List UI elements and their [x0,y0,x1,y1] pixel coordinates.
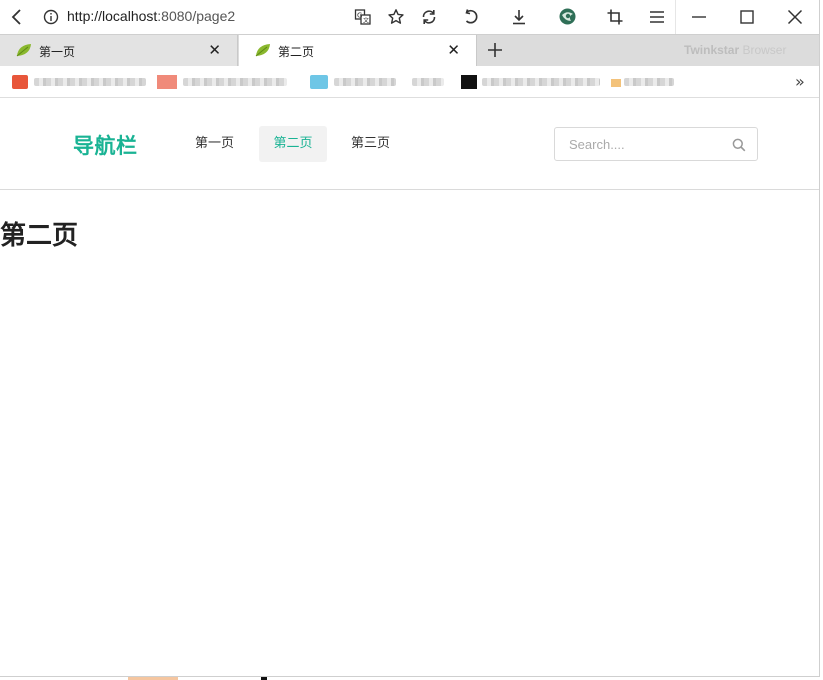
bookmark-item-blurred[interactable] [183,78,287,86]
plus-icon[interactable] [483,38,507,62]
bookmark-favicon-icon[interactable] [611,79,621,87]
search-box [554,127,758,161]
url-host: http://localhost [67,8,158,24]
nav-link-page2[interactable]: 第二页 [259,126,327,162]
minimize-icon[interactable] [690,8,708,26]
bookmark-favicon-icon[interactable] [12,75,28,89]
address-bar-row: http://localhost:8080/page2 G文 [0,0,819,34]
extension-icon[interactable] [558,7,577,26]
undo-icon[interactable] [462,8,480,26]
site-navbar: 导航栏 第一页 第二页 第三页 [0,99,819,190]
screen: http://localhost:8080/page2 G文 第一页 ✕ 第二页… [0,0,823,680]
tab-title: 第二页 [278,45,315,59]
bookmark-favicon-icon[interactable] [157,75,177,89]
brand-suffix: Browser [739,43,787,57]
bookmark-favicon-icon[interactable] [310,75,328,89]
close-icon[interactable] [786,8,804,26]
page-viewport: 导航栏 第一页 第二页 第三页 第二页 [0,99,819,676]
bookmark-item-blurred[interactable] [624,78,674,86]
site-logo[interactable]: 导航栏 [73,130,138,160]
bookmarks-bar: » [0,66,819,98]
info-icon[interactable] [43,9,59,25]
star-icon[interactable] [387,8,405,26]
bookmark-item-blurred[interactable] [34,78,146,86]
translate-icon[interactable]: G文 [354,8,372,26]
address-url[interactable]: http://localhost:8080/page2 [67,7,235,25]
svg-text:G: G [357,12,362,20]
back-arrow-icon[interactable] [9,8,25,26]
search-input[interactable] [555,128,725,160]
maximize-icon[interactable] [738,8,756,26]
tab-close-button[interactable]: ✕ [208,41,221,59]
download-icon[interactable] [510,8,528,26]
url-path: :8080/page2 [157,8,236,24]
tab-close-button[interactable]: ✕ [447,41,460,59]
search-icon[interactable] [732,137,746,156]
nav-link-page3[interactable]: 第三页 [341,126,400,162]
leaf-favicon-icon [15,42,33,62]
browser-brand: Twinkstar Browser [684,43,786,57]
crop-icon[interactable] [606,8,624,26]
browser-tab-page1[interactable]: 第一页 ✕ [0,35,238,66]
bookmark-item-blurred[interactable] [412,78,444,86]
bookmark-favicon-icon[interactable] [461,75,477,89]
browser-tab-page2[interactable]: 第二页 ✕ [239,35,477,67]
leaf-favicon-icon [254,42,272,62]
refresh-icon[interactable] [420,8,438,26]
browser-window: http://localhost:8080/page2 G文 第一页 ✕ 第二页… [0,0,820,677]
nav-link-page1[interactable]: 第一页 [185,126,244,162]
hamburger-menu-icon[interactable] [648,8,666,26]
more-bookmarks-icon[interactable]: » [795,72,805,91]
bookmark-item-blurred[interactable] [482,78,600,86]
bookmark-item-blurred[interactable] [334,78,396,86]
window-controls-divider [675,0,676,34]
svg-text:文: 文 [363,17,369,25]
tab-strip: 第一页 ✕ 第二页 ✕ Twinkstar Browser [0,34,819,67]
tab-title: 第一页 [39,45,76,59]
page-title: 第二页 [0,221,79,251]
brand-name: Twinkstar [684,43,740,57]
